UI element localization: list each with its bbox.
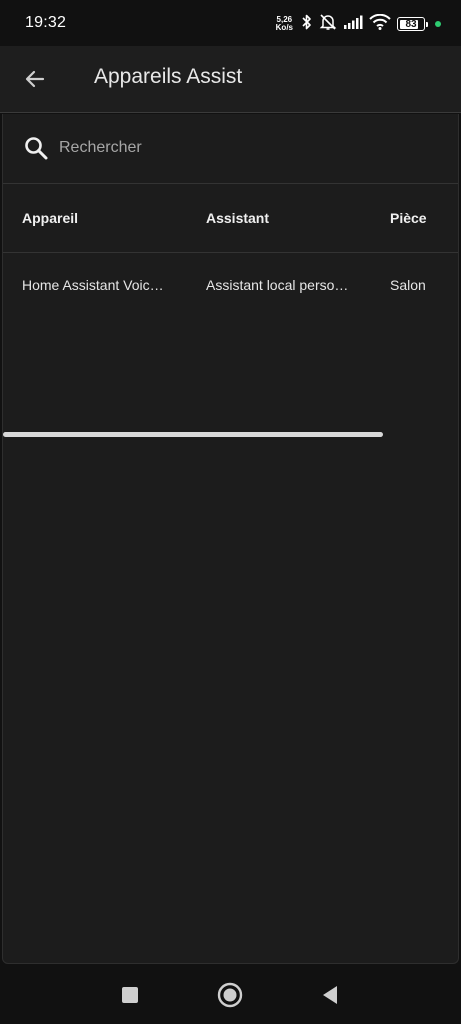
recents-button[interactable]: [114, 979, 146, 1011]
square-icon: [122, 987, 138, 1003]
search-input[interactable]: [59, 134, 439, 162]
bluetooth-icon: [301, 13, 313, 36]
cell-room: Salon: [390, 277, 426, 293]
column-header-assistant[interactable]: Assistant: [206, 210, 356, 226]
network-speed: 5,26 Ko/s: [276, 16, 293, 32]
column-header-room[interactable]: Pièce: [390, 210, 450, 226]
battery-level: 83: [405, 18, 417, 30]
table-header: Appareil Assistant Pièce: [3, 184, 458, 252]
mute-notifications-icon: [319, 13, 337, 36]
battery-tip: [426, 21, 428, 27]
status-icons: 5,26 Ko/s 83: [276, 13, 441, 35]
table-row[interactable]: Home Assistant Voic… Assistant local per…: [3, 253, 458, 317]
status-time: 19:32: [25, 14, 67, 31]
system-navigation-bar: [0, 966, 461, 1024]
triangle-back-icon: [323, 986, 337, 1004]
privacy-indicator-dot: [435, 21, 441, 27]
cell-assistant: Assistant local perso…: [206, 277, 349, 293]
home-button[interactable]: [214, 979, 246, 1011]
network-speed-unit: Ko/s: [275, 23, 293, 32]
circle-icon: [217, 982, 243, 1008]
back-button[interactable]: [14, 58, 56, 100]
column-header-device[interactable]: Appareil: [22, 210, 172, 226]
arrow-left-icon: [25, 70, 45, 88]
devices-table-card: Appareil Assistant Pièce Home Assistant …: [2, 114, 459, 964]
cell-device: Home Assistant Voic…: [22, 277, 164, 293]
screen: 19:32 5,26 Ko/s 83 Appareils Assist Rech…: [0, 0, 461, 1024]
search-icon: [23, 135, 49, 161]
status-bar: 19:32 5,26 Ko/s 83: [0, 0, 461, 46]
horizontal-scrollbar[interactable]: [3, 432, 383, 437]
search-bar: [3, 114, 458, 183]
wifi-icon: [369, 13, 391, 35]
system-back-button[interactable]: [314, 979, 346, 1011]
page-title: Appareils Assist: [94, 65, 243, 88]
app-bar: Appareils Assist: [0, 46, 461, 112]
app-bar-divider: [0, 112, 461, 113]
cellular-signal-icon: [343, 15, 363, 34]
battery-indicator: 83: [397, 17, 428, 31]
